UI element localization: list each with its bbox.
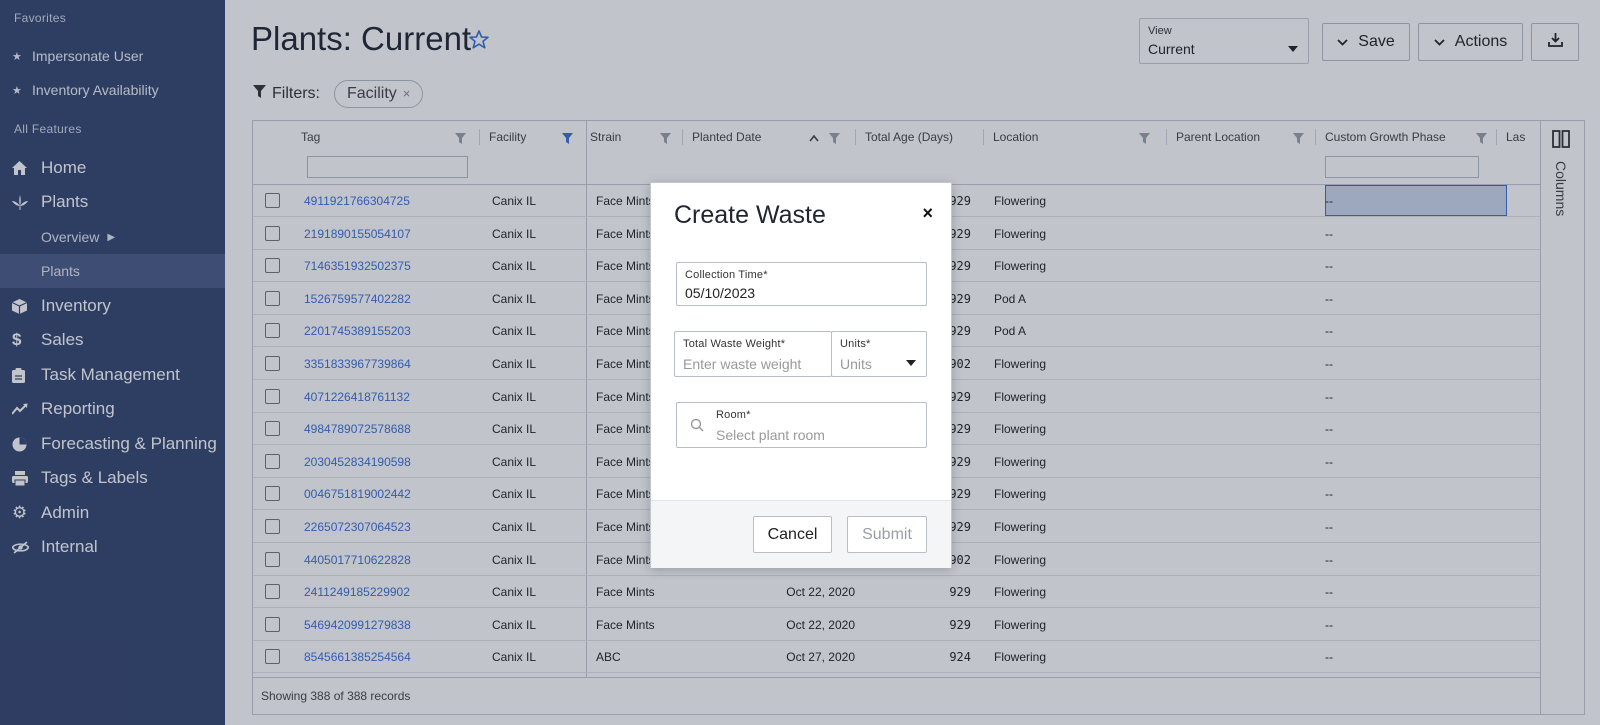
- modal-title: Create Waste: [674, 201, 826, 229]
- submit-button[interactable]: Submit: [847, 516, 927, 553]
- total-waste-weight-input[interactable]: Total Waste Weight* Enter waste weight: [674, 331, 832, 377]
- modal-footer: Cancel Submit: [651, 500, 951, 568]
- units-select[interactable]: Units* Units: [831, 331, 927, 377]
- room-placeholder: Select plant room: [716, 427, 825, 443]
- cancel-button[interactable]: Cancel: [753, 516, 832, 553]
- search-icon: [690, 418, 704, 437]
- room-label: Room*: [716, 409, 751, 421]
- close-icon[interactable]: ×: [922, 203, 933, 224]
- units-placeholder: Units: [840, 356, 872, 372]
- total-waste-weight-label: Total Waste Weight*: [683, 338, 786, 350]
- collection-time-field[interactable]: Collection Time* 05/10/2023: [676, 262, 927, 306]
- total-waste-weight-placeholder: Enter waste weight: [683, 356, 802, 372]
- units-label: Units*: [840, 338, 871, 350]
- collection-time-label: Collection Time*: [685, 269, 768, 281]
- caret-down-icon: [906, 353, 916, 371]
- collection-time-value: 05/10/2023: [685, 285, 756, 301]
- room-search-input[interactable]: Room* Select plant room: [676, 402, 927, 448]
- create-waste-modal: Create Waste × Collection Time* 05/10/20…: [650, 182, 952, 568]
